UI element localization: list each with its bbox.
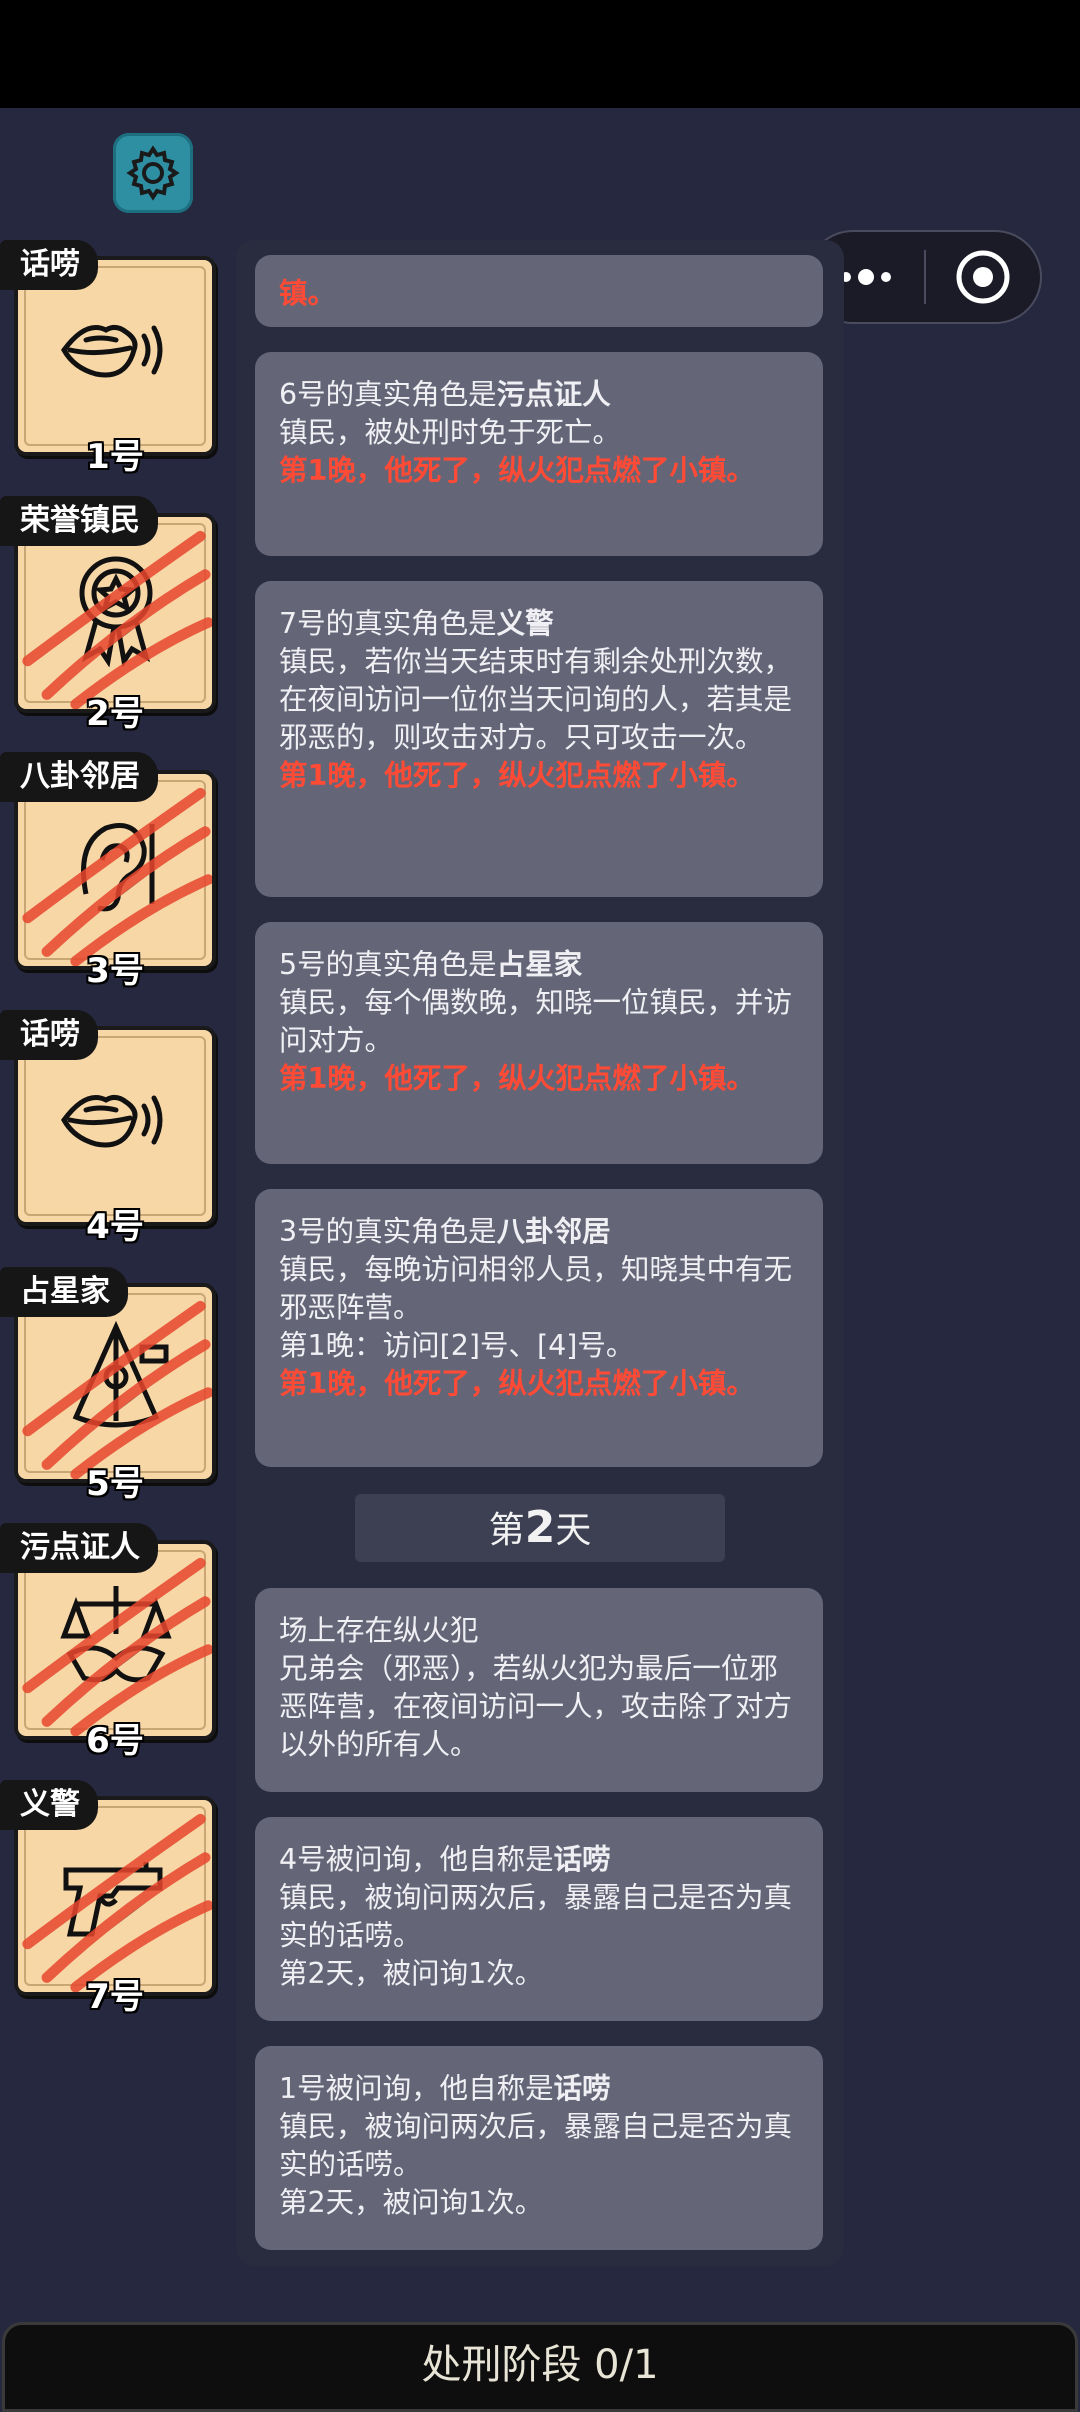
role-tag: 八卦邻居 — [0, 752, 158, 802]
player-number: 1号 — [86, 437, 144, 477]
gear-icon — [126, 145, 180, 201]
player-number: 6号 — [86, 1721, 144, 1761]
role-tag: 占星家 — [0, 1267, 128, 1317]
role-tag: 话唠 — [0, 240, 98, 290]
role-name: 义警 — [496, 607, 554, 640]
role-name: 话唠 — [553, 2072, 611, 2105]
question-count: 第2天，被问询1次。 — [279, 1957, 544, 1990]
role-tag: 荣誉镇民 — [0, 496, 158, 546]
log-message: 6号的真实角色是污点证人 镇民，被处刑时免于死亡。 第1晚，他死了，纵火犯点燃了… — [255, 352, 823, 556]
role-tag: 义警 — [0, 1780, 98, 1830]
mouth-speaking-icon — [61, 1094, 163, 1148]
role-name: 占星家 — [496, 948, 583, 981]
claw-mark-icon — [22, 787, 212, 966]
player-number: 4号 — [86, 1207, 144, 1247]
log-message: 7号的真实角色是义警 镇民，若你当天结束时有剩余处刑次数，在夜间访问一位你当天问… — [255, 581, 823, 897]
log-message: 1号被问询，他自称是话唠 镇民，被询问两次后，暴露自己是否为真实的话唠。 第2天… — [255, 2046, 823, 2250]
day-number: 2 — [524, 1502, 556, 1553]
day-divider: 第2天 — [355, 1494, 725, 1562]
settings-button[interactable] — [113, 133, 193, 213]
role-tag: 话唠 — [0, 1010, 98, 1060]
death-text: 第1晚，他死了，纵火犯点燃了小镇。 — [279, 759, 755, 792]
log-message: 场上存在纵火犯 兄弟会（邪恶），若纵火犯为最后一位邪恶阵营，在夜间访问一人，攻击… — [255, 1588, 823, 1792]
death-text: 第1晚，他死了，纵火犯点燃了小镇。 — [279, 1062, 755, 1095]
message-prefix: 4号被问询，他自称是 — [279, 1843, 554, 1876]
role-description: 镇民，被询问两次后，暴露自己是否为真实的话唠。 — [279, 1881, 793, 1952]
target-circle-icon — [956, 250, 1010, 304]
death-text: 第1晚，他死了，纵火犯点燃了小镇。 — [279, 1367, 755, 1400]
status-bar — [0, 0, 1080, 108]
message-title: 场上存在纵火犯 — [279, 1614, 479, 1647]
more-dots-icon — [841, 269, 891, 285]
player-number: 2号 — [86, 694, 144, 734]
player-number: 5号 — [86, 1464, 144, 1504]
role-tag: 污点证人 — [0, 1523, 158, 1573]
role-description: 镇民，每晚访问相邻人员，知晓其中有无邪恶阵营。 — [279, 1253, 793, 1324]
death-text: 第1晚，他死了，纵火犯点燃了小镇。 — [279, 454, 755, 487]
role-name: 话唠 — [553, 1843, 611, 1876]
role-name: 污点证人 — [496, 378, 611, 411]
day-prefix: 第 — [488, 1510, 525, 1551]
role-description: 镇民，每个偶数晚，知晓一位镇民，并访问对方。 — [279, 986, 793, 1057]
message-prefix: 7号的真实角色是 — [279, 607, 497, 640]
role-name: 八卦邻居 — [496, 1215, 611, 1248]
role-description: 镇民，被询问两次后，暴露自己是否为真实的话唠。 — [279, 2110, 793, 2181]
role-description: 兄弟会（邪恶），若纵火犯为最后一位邪恶阵营，在夜间访问一人，攻击除了对方以外的所… — [279, 1652, 793, 1761]
log-message: 3号的真实角色是八卦邻居 镇民，每晚访问相邻人员，知晓其中有无邪恶阵营。 第1晚… — [255, 1189, 823, 1467]
mouth-speaking-icon — [61, 324, 163, 378]
player-number: 7号 — [86, 1977, 144, 2017]
message-prefix: 3号的真实角色是 — [279, 1215, 497, 1248]
message-prefix: 5号的真实角色是 — [279, 948, 497, 981]
log-message: 5号的真实角色是占星家 镇民，每个偶数晚，知晓一位镇民，并访问对方。 第1晚，他… — [255, 922, 823, 1164]
player-number: 3号 — [86, 951, 144, 991]
day-suffix: 天 — [555, 1510, 592, 1551]
log-message-partial: 镇。 — [255, 255, 823, 327]
death-text: 镇。 — [279, 277, 337, 310]
visit-info: 第1晚：访问[2]号、[4]号。 — [279, 1329, 635, 1362]
log-message: 4号被问询，他自称是话唠 镇民，被询问两次后，暴露自己是否为真实的话唠。 第2天… — [255, 1817, 823, 2021]
phase-bar[interactable]: 处刑阶段 0/1 — [2, 2322, 1078, 2412]
close-button[interactable] — [926, 249, 1040, 305]
phase-label: 处刑阶段 0/1 — [421, 2342, 659, 2388]
question-count: 第2天，被问询1次。 — [279, 2186, 544, 2219]
role-description: 镇民，若你当天结束时有剩余处刑次数，在夜间访问一位你当天问询的人，若其是邪恶的，… — [279, 645, 793, 754]
role-description: 镇民，被处刑时免于死亡。 — [279, 416, 622, 449]
message-prefix: 1号被问询，他自称是 — [279, 2072, 554, 2105]
message-prefix: 6号的真实角色是 — [279, 378, 497, 411]
